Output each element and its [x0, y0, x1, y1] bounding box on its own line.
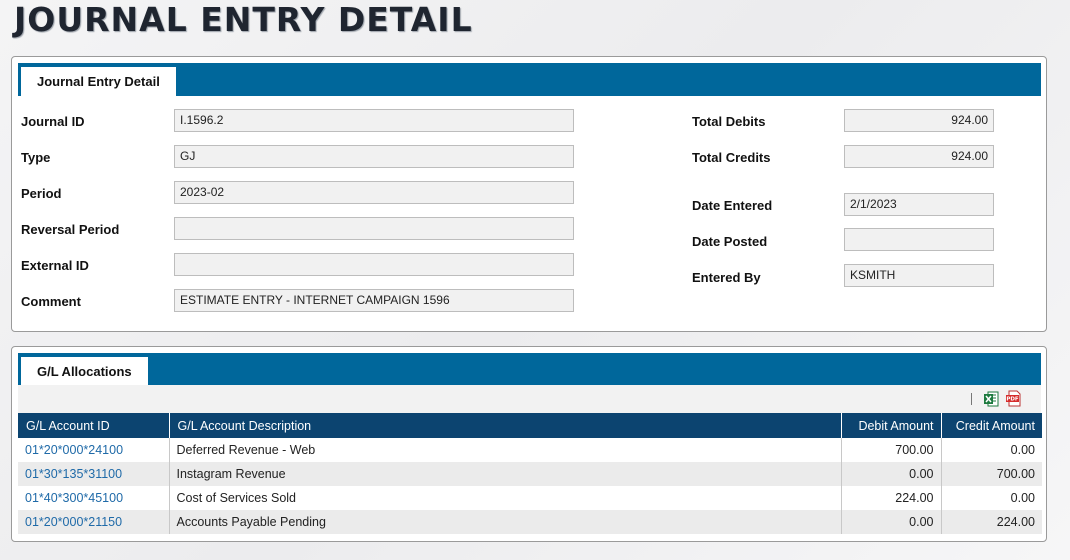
- account-description: Instagram Revenue: [169, 462, 842, 486]
- toolbar-separator: [971, 393, 972, 405]
- credit-amount: 224.00: [941, 510, 1042, 534]
- account-id-link[interactable]: 01*40*300*45100: [18, 486, 170, 510]
- reversal-period-field[interactable]: [174, 217, 574, 240]
- account-description: Cost of Services Sold: [169, 486, 842, 510]
- account-id-link[interactable]: 01*30*135*31100: [18, 462, 170, 486]
- table-row: 01*20*000*21150 Accounts Payable Pending…: [18, 510, 1042, 534]
- reversal-period-label: Reversal Period: [21, 222, 120, 237]
- period-label: Period: [21, 186, 62, 201]
- date-entered-field[interactable]: 2/1/2023: [844, 193, 994, 216]
- table-row: 01*30*135*31100 Instagram Revenue 0.00 7…: [18, 462, 1042, 486]
- debit-amount: 700.00: [841, 438, 942, 462]
- table-row: 01*20*000*24100 Deferred Revenue - Web 7…: [18, 438, 1042, 462]
- date-posted-field[interactable]: [844, 228, 994, 251]
- entered-by-field[interactable]: KSMITH: [844, 264, 994, 287]
- journal-id-label: Journal ID: [21, 114, 85, 129]
- debit-amount: 224.00: [841, 486, 942, 510]
- account-id-link[interactable]: 01*20*000*24100: [18, 438, 170, 462]
- date-entered-label: Date Entered: [692, 198, 773, 213]
- page-title: JOURNAL ENTRY DETAIL: [14, 0, 473, 39]
- detail-tab-bar: Journal Entry Detail: [18, 63, 1041, 96]
- account-description: Deferred Revenue - Web: [169, 438, 842, 462]
- tab-journal-entry-detail[interactable]: Journal Entry Detail: [21, 67, 176, 96]
- credit-amount: 700.00: [941, 462, 1042, 486]
- tab-gl-allocations[interactable]: G/L Allocations: [21, 357, 148, 386]
- grid-toolbar: PDF: [18, 385, 1041, 413]
- type-field[interactable]: GJ: [174, 145, 574, 168]
- alloc-tab-bar: G/L Allocations: [18, 353, 1041, 386]
- journal-id-field[interactable]: I.1596.2: [174, 109, 574, 132]
- credit-amount: 0.00: [1010, 443, 1035, 457]
- entered-by-label: Entered By: [692, 270, 761, 285]
- gl-allocations-panel: G/L Allocations PDF G/L Account ID G/L A…: [11, 346, 1047, 542]
- journal-entry-detail-panel: Journal Entry Detail Journal ID I.1596.2…: [11, 56, 1047, 332]
- type-label: Type: [21, 150, 51, 165]
- external-id-field[interactable]: [174, 253, 574, 276]
- col-header-debit[interactable]: Debit Amount: [841, 413, 942, 438]
- excel-export-icon[interactable]: [984, 391, 999, 407]
- col-header-credit[interactable]: Credit Amount: [941, 413, 1042, 438]
- gl-allocations-table: G/L Account ID G/L Account Description D…: [18, 413, 1042, 534]
- credit-amount: 0.00: [1010, 491, 1035, 505]
- external-id-label: External ID: [21, 258, 89, 273]
- table-row: 01*40*300*45100 Cost of Services Sold 22…: [18, 486, 1042, 510]
- total-debits-field[interactable]: 924.00: [844, 109, 994, 132]
- total-credits-label: Total Credits: [692, 150, 771, 165]
- comment-field[interactable]: ESTIMATE ENTRY - INTERNET CAMPAIGN 1596: [174, 289, 574, 312]
- pdf-export-icon[interactable]: PDF: [1006, 390, 1022, 407]
- account-description: Accounts Payable Pending: [169, 510, 842, 534]
- date-posted-label: Date Posted: [692, 234, 768, 249]
- period-field[interactable]: 2023-02: [174, 181, 574, 204]
- account-id-link[interactable]: 01*20*000*21150: [18, 510, 170, 534]
- comment-label: Comment: [21, 294, 81, 309]
- svg-text:PDF: PDF: [1006, 397, 1019, 403]
- table-header-row: G/L Account ID G/L Account Description D…: [18, 413, 1042, 438]
- col-header-description[interactable]: G/L Account Description: [169, 413, 842, 438]
- col-header-account-id[interactable]: G/L Account ID: [18, 413, 170, 438]
- total-credits-field[interactable]: 924.00: [844, 145, 994, 168]
- debit-amount: 0.00: [841, 462, 942, 486]
- debit-amount: 0.00: [841, 510, 942, 534]
- total-debits-label: Total Debits: [692, 114, 766, 129]
